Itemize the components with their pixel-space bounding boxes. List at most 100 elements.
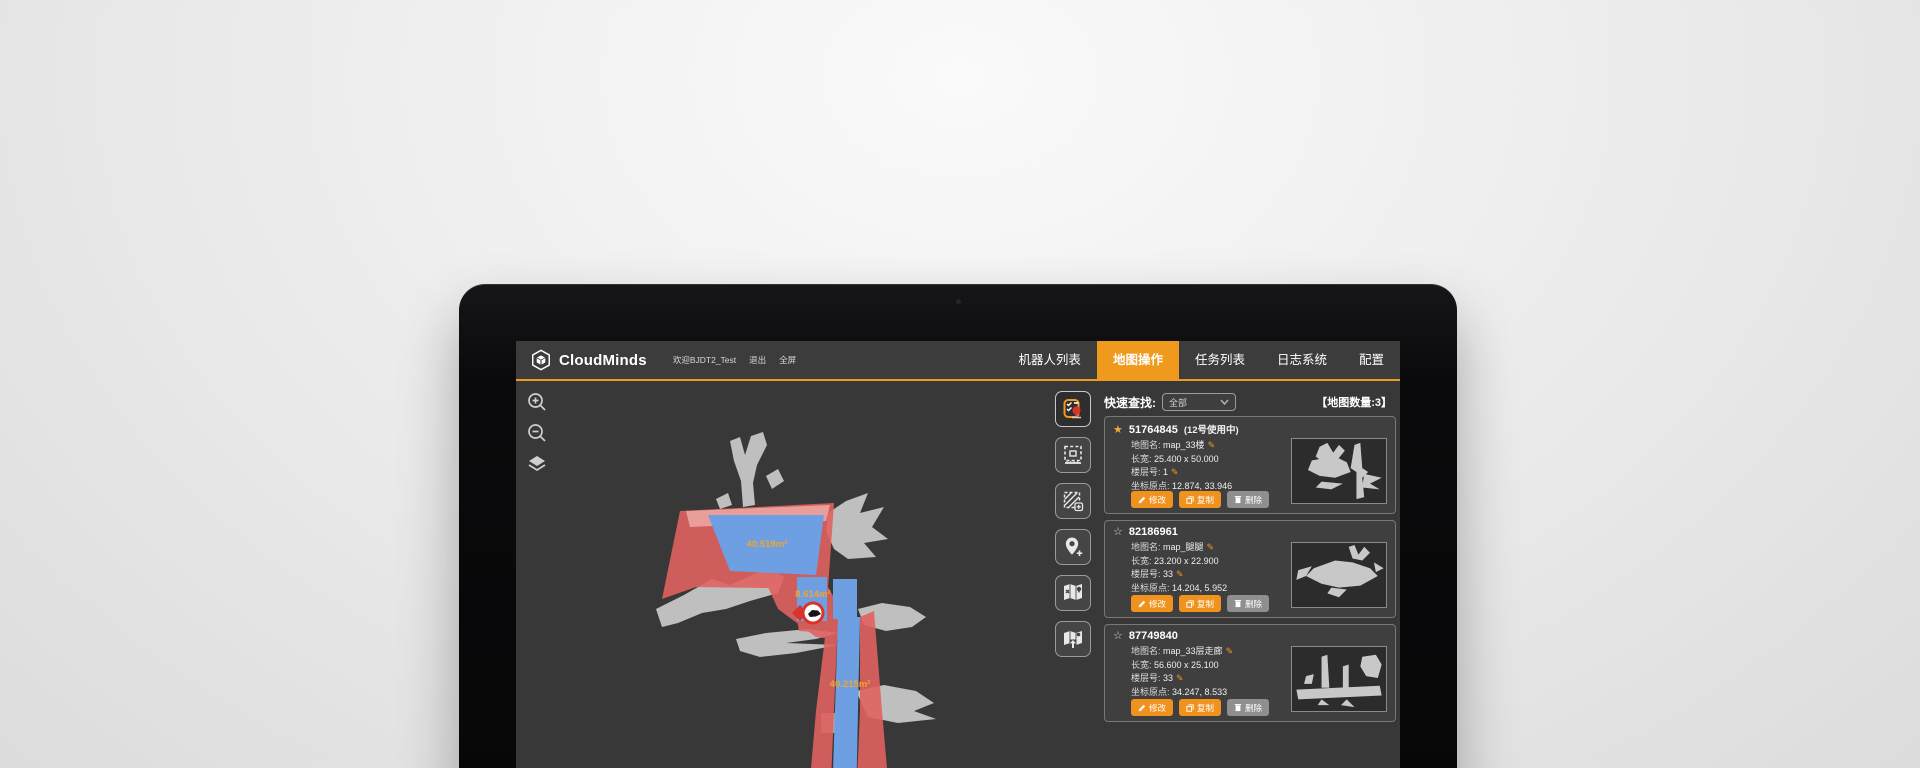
card-title-row: ★ 51764845 (12号使用中) (1113, 422, 1387, 436)
add-pin-icon[interactable] (1055, 529, 1091, 565)
card-actions: 修改 复制 删除 (1131, 699, 1269, 716)
map-count: 【地图数量:3】 (1316, 394, 1392, 410)
copy-icon (1186, 496, 1194, 504)
map-card[interactable]: ☆ 87749840 地图名: map_33层走廊✎ 长宽: 56.600 x … (1104, 624, 1396, 722)
pencil-icon[interactable]: ✎ (1207, 542, 1215, 552)
edit-button[interactable]: 修改 (1131, 491, 1173, 508)
map-status: (12号使用中) (1184, 422, 1239, 436)
webcam-dot (956, 299, 961, 304)
map-size: 23.200 x 22.900 (1154, 556, 1219, 566)
area-label-zone3: 40.215m² (830, 679, 871, 690)
copy-icon (1186, 600, 1194, 608)
map-origin: 14.204, 5.952 (1172, 583, 1227, 593)
area-label-zone1: 40.519m² (747, 539, 788, 550)
field-label-floor: 楼层号: (1131, 673, 1161, 683)
delete-button[interactable]: 删除 (1227, 699, 1269, 716)
welcome-text: 欢迎BJDT2_Test (673, 354, 736, 366)
map-size: 56.600 x 25.100 (1154, 660, 1219, 670)
add-area-icon[interactable] (1055, 483, 1091, 519)
map-id: 82186961 (1129, 526, 1178, 538)
field-label-floor: 楼层号: (1131, 569, 1161, 579)
map-tool-sidebar (1055, 391, 1091, 657)
zoom-out-icon[interactable] (524, 420, 550, 446)
edit-button[interactable]: 修改 (1131, 595, 1173, 612)
pencil-icon[interactable]: ✎ (1208, 440, 1216, 450)
star-icon[interactable]: ★ (1113, 424, 1123, 436)
pencil-icon[interactable]: ✎ (1176, 673, 1184, 683)
panel-header: 快速查找: 全部 【地图数量:3】 (1104, 393, 1392, 411)
edit-button[interactable]: 修改 (1131, 699, 1173, 716)
pencil-icon[interactable]: ✎ (1171, 467, 1179, 477)
zoom-in-icon[interactable] (524, 389, 550, 415)
card-title-row: ☆ 87749840 (1113, 630, 1387, 642)
area-label-zone2: 8.614m² (795, 589, 830, 600)
copy-icon (1186, 704, 1194, 712)
trash-icon (1234, 495, 1242, 504)
map-thumbnail (1291, 542, 1387, 608)
nav-tab-task-list[interactable]: 任务列表 (1179, 341, 1261, 380)
map-list-panel: 快速查找: 全部 【地图数量:3】 ★ 51764845 (12号使用中) (1095, 381, 1400, 768)
field-label-origin: 坐标原点: (1131, 687, 1170, 697)
copy-button[interactable]: 复制 (1179, 491, 1221, 508)
map-card[interactable]: ☆ 82186961 地图名: map_腿腿✎ 长宽: 23.200 x 22.… (1104, 520, 1396, 618)
field-label-floor: 楼层号: (1131, 467, 1161, 477)
fullscreen-link[interactable]: 全屏 (779, 354, 796, 366)
map-id: 87749840 (1129, 630, 1178, 642)
layers-icon[interactable] (524, 451, 550, 477)
map-floor: 33 (1163, 673, 1173, 683)
nav-tabs: 机器人列表 地图操作 任务列表 日志系统 配置 (1002, 341, 1400, 380)
nav-tab-map-operations[interactable]: 地图操作 (1097, 341, 1179, 380)
map-origin: 34.247, 8.533 (1172, 687, 1227, 697)
field-label-size: 长宽: (1131, 454, 1152, 464)
card-actions: 修改 复制 删除 (1131, 491, 1269, 508)
filter-select[interactable]: 全部 (1162, 393, 1236, 411)
chevron-down-icon (1220, 399, 1229, 405)
field-label-size: 长宽: (1131, 660, 1152, 670)
app-screen: CloudMinds 欢迎BJDT2_Test 退出 全屏 机器人列表 地图操作… (516, 341, 1400, 768)
map-size: 25.400 x 50.000 (1154, 454, 1219, 464)
map-name: map_33层走廊 (1163, 646, 1223, 656)
trash-icon (1234, 599, 1242, 608)
field-label-origin: 坐标原点: (1131, 481, 1170, 491)
filter-select-value: 全部 (1169, 396, 1220, 409)
map-card[interactable]: ★ 51764845 (12号使用中) 地图名: map_33楼✎ 长宽: 25… (1104, 416, 1396, 514)
brand-name: CloudMinds (559, 352, 647, 369)
nav-tab-config[interactable]: 配置 (1343, 341, 1400, 380)
field-label-name: 地图名: (1131, 646, 1161, 656)
map-thumbnail (1291, 438, 1387, 504)
delete-button[interactable]: 删除 (1227, 491, 1269, 508)
map-floor: 1 (1163, 467, 1168, 477)
task-pin-icon[interactable] (1055, 391, 1091, 427)
map-origin: 12.874, 33.946 (1172, 481, 1232, 491)
measure-icon[interactable] (1055, 437, 1091, 473)
copy-button[interactable]: 复制 (1179, 595, 1221, 612)
card-title-row: ☆ 82186961 (1113, 526, 1387, 538)
map-id: 51764845 (1129, 424, 1178, 436)
main-content: 40.519m² 8.614m² 40.215m² (516, 381, 1400, 768)
map-floor: 33 (1163, 569, 1173, 579)
logout-link[interactable]: 退出 (749, 354, 766, 366)
field-label-origin: 坐标原点: (1131, 583, 1170, 593)
map-controls (524, 389, 550, 477)
pencil-icon (1138, 496, 1146, 504)
copy-button[interactable]: 复制 (1179, 699, 1221, 716)
nav-tab-robot-list[interactable]: 机器人列表 (1002, 341, 1097, 380)
map-marker-icon[interactable] (1055, 575, 1091, 611)
field-label-name: 地图名: (1131, 542, 1161, 552)
brand: CloudMinds (530, 349, 647, 371)
map-name: map_33楼 (1163, 440, 1205, 450)
trash-icon (1234, 703, 1242, 712)
pencil-icon[interactable]: ✎ (1226, 646, 1234, 656)
nav-tab-log-system[interactable]: 日志系统 (1261, 341, 1343, 380)
pencil-icon[interactable]: ✎ (1176, 569, 1184, 579)
pencil-icon (1138, 600, 1146, 608)
delete-button[interactable]: 删除 (1227, 595, 1269, 612)
session-links: 欢迎BJDT2_Test 退出 全屏 (673, 354, 796, 366)
map-canvas[interactable]: 40.519m² 8.614m² 40.215m² (516, 381, 1095, 768)
pencil-icon (1138, 704, 1146, 712)
upload-map-icon[interactable] (1055, 621, 1091, 657)
star-icon[interactable]: ☆ (1113, 630, 1123, 642)
map-name: map_腿腿 (1163, 542, 1204, 552)
star-icon[interactable]: ☆ (1113, 526, 1123, 538)
cloudminds-logo-icon (530, 349, 552, 371)
